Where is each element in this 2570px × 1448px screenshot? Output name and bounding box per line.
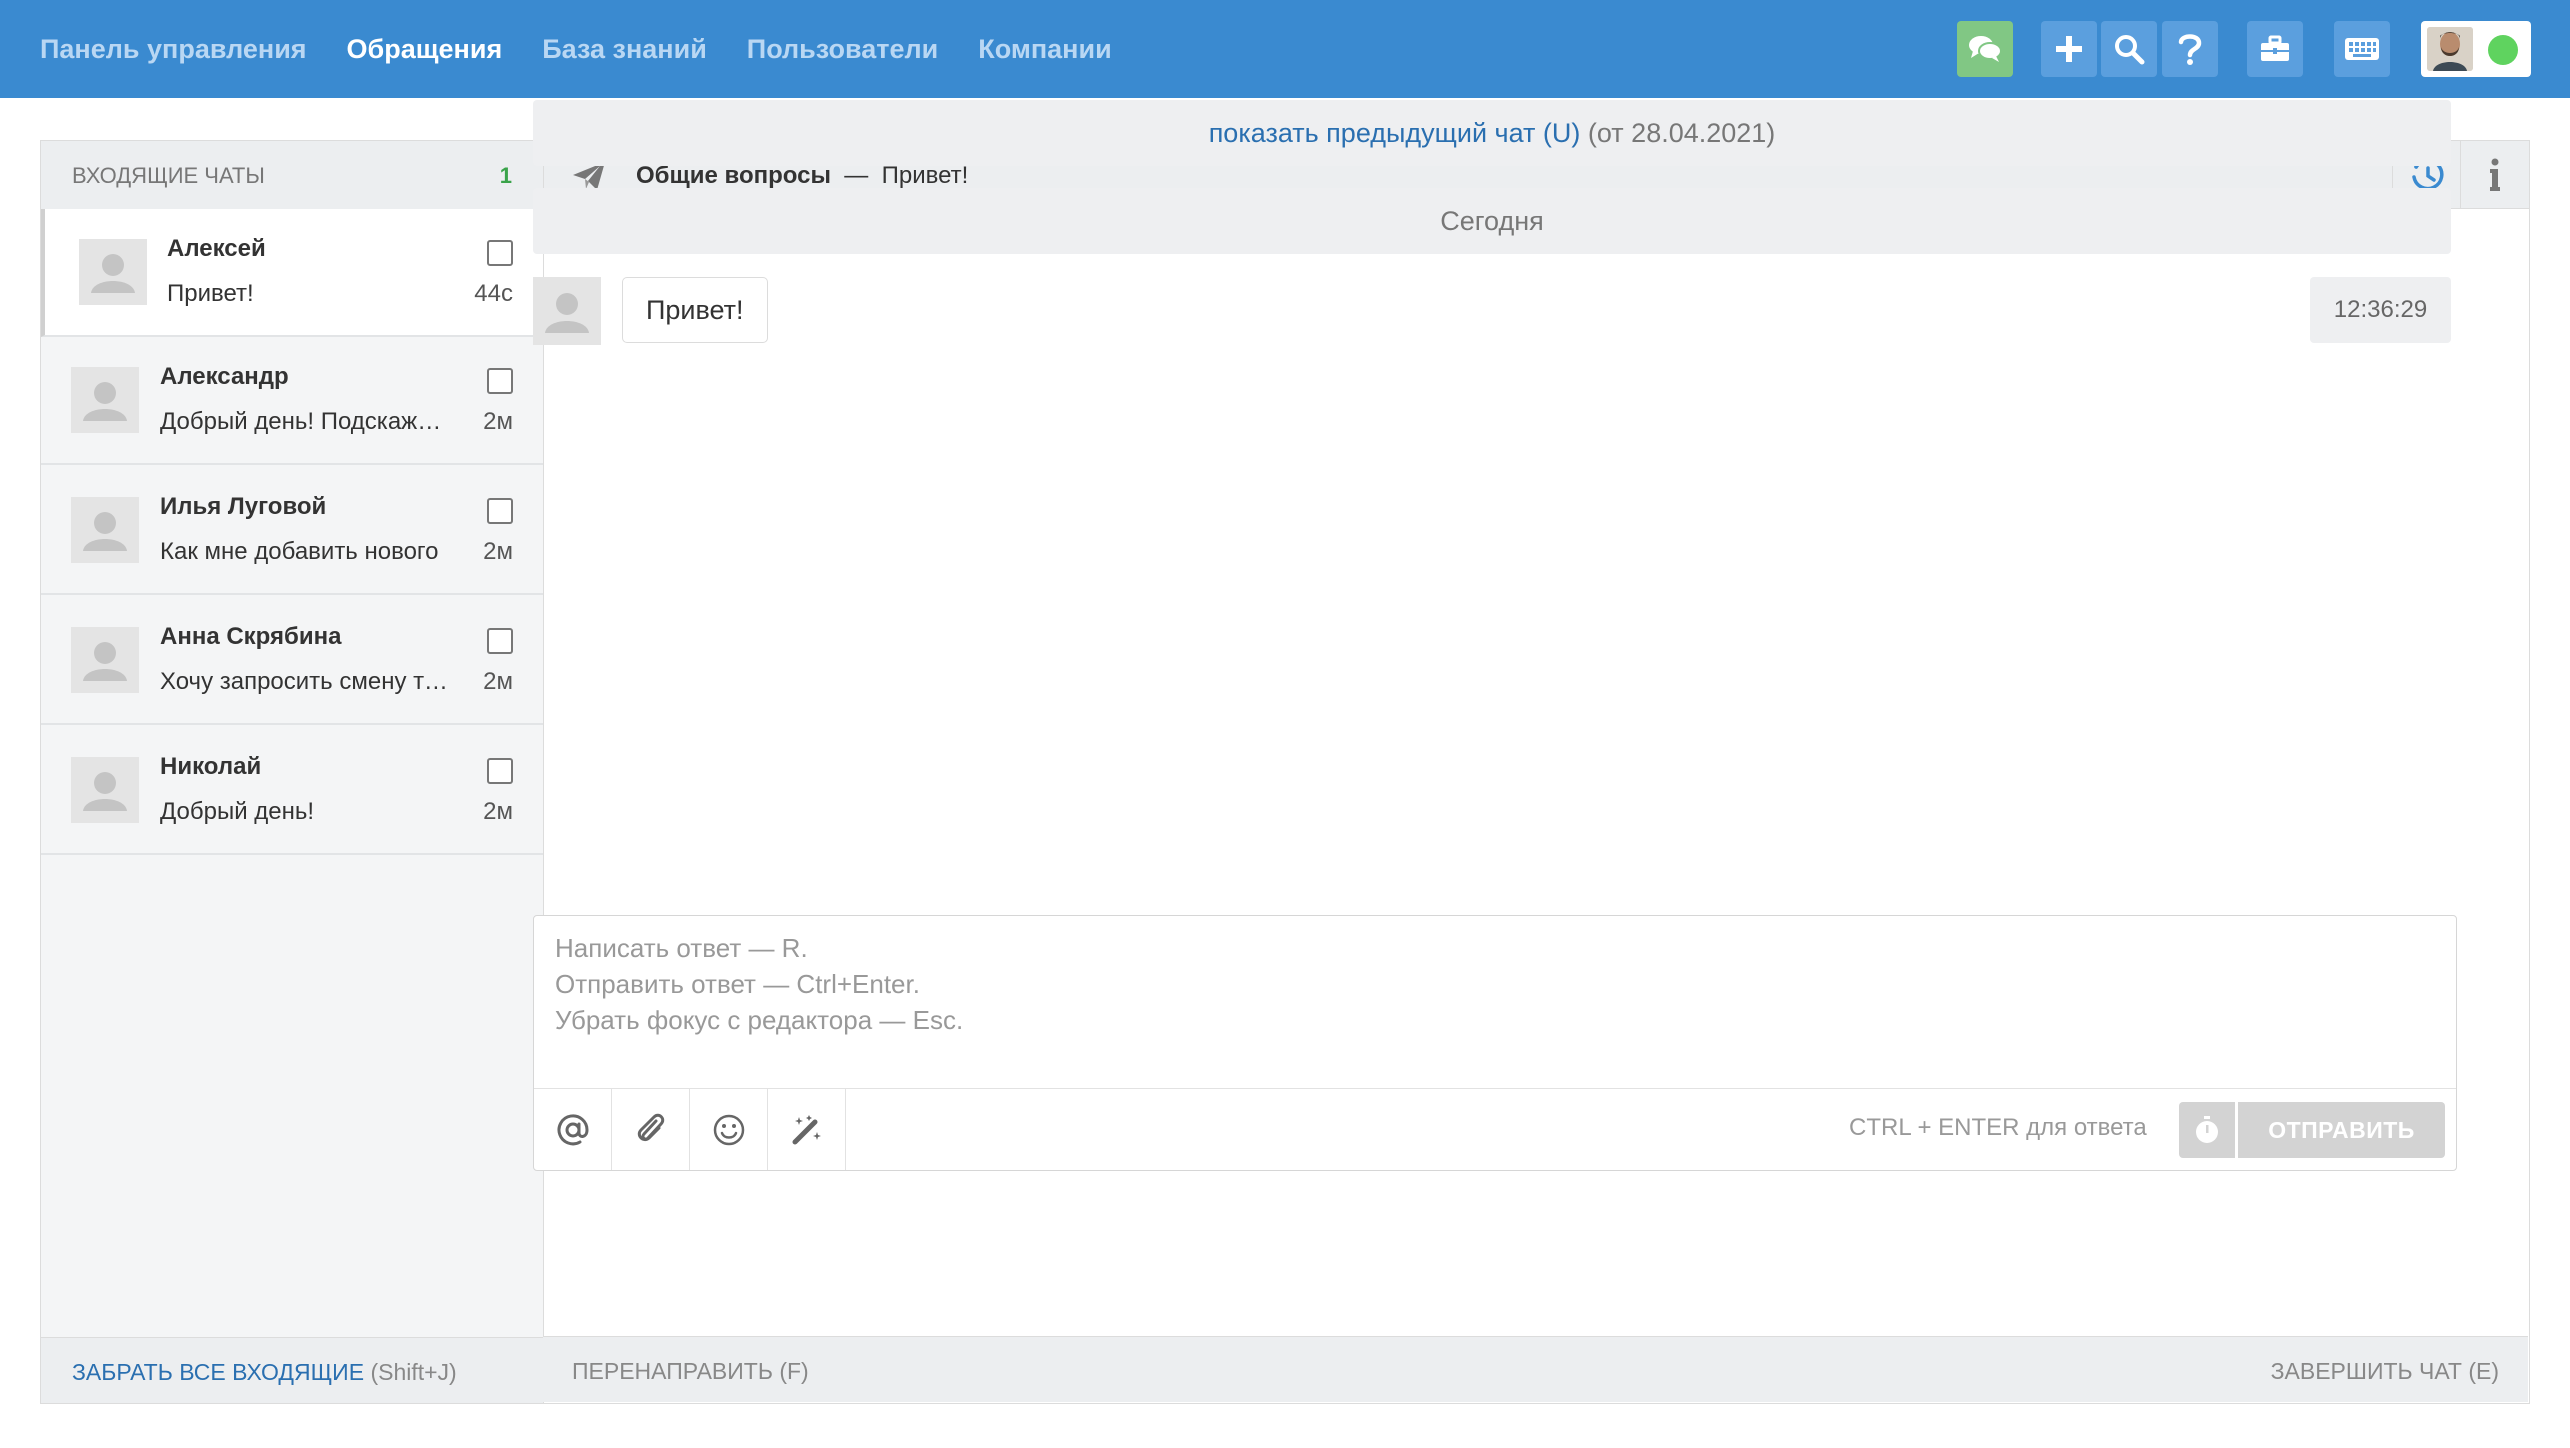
take-all-incoming-link[interactable]: ЗАБРАТЬ ВСЕ ВХОДЯЩИЕ (Shift+J): [72, 1359, 457, 1386]
conversation-footer: ПЕРЕНАПРАВИТЬ (F) ЗАВЕРШИТЬ ЧАТ (E): [543, 1336, 2528, 1402]
contact-name: Александр: [160, 363, 289, 390]
nav-users[interactable]: Пользователи: [747, 34, 938, 65]
take-all-incoming-label: ЗАБРАТЬ ВСЕ ВХОДЯЩИЕ: [72, 1359, 365, 1385]
help-button[interactable]: [2162, 21, 2218, 77]
message-age: 2м: [483, 668, 513, 695]
contact-avatar: [71, 757, 139, 823]
contact-name: Илья Луговой: [160, 493, 327, 520]
user-menu[interactable]: [2421, 21, 2531, 77]
contact-name: Николай: [160, 753, 262, 780]
select-chat-checkbox[interactable]: [487, 240, 513, 266]
incoming-chats-header: ВХОДЯЩИЕ ЧАТЫ 1: [41, 141, 543, 209]
show-previous-chat-link[interactable]: показать предыдущий чат (U): [1209, 118, 1581, 148]
select-chat-checkbox[interactable]: [487, 368, 513, 394]
day-separator: Сегодня: [533, 188, 2451, 254]
search-button[interactable]: [2101, 21, 2157, 77]
chat-info-button[interactable]: [2460, 141, 2528, 208]
message-preview: Добрый день! Подскажите: [160, 408, 450, 435]
question-icon: [2178, 34, 2202, 65]
magic-wand-icon: [792, 1114, 821, 1144]
nav-dashboard[interactable]: Панель управления: [40, 34, 307, 65]
incoming-chats-sidebar: ВХОДЯЩИЕ ЧАТЫ 1 Алексей Привет! 44с Алек…: [41, 141, 544, 1403]
paperclip-icon: [637, 1113, 664, 1141]
contact-avatar: [71, 367, 139, 433]
subject-separator: —: [844, 162, 869, 189]
contact-name: Анна Скрябина: [160, 623, 342, 650]
delayed-send-button[interactable]: [2179, 1102, 2235, 1158]
forward-chat-button[interactable]: ПЕРЕНАПРАВИТЬ (F): [572, 1358, 809, 1385]
chat-list-item[interactable]: Анна Скрябина Хочу запросить смену тариф…: [41, 597, 543, 725]
contact-avatar: [71, 497, 139, 563]
previous-chat-banner: показать предыдущий чат (U) (от 28.04.20…: [533, 100, 2451, 166]
sender-avatar: [533, 277, 601, 345]
chat-list-item[interactable]: Николай Добрый день! 2м: [41, 727, 543, 855]
smiley-icon: [713, 1114, 744, 1145]
message-timestamp: 12:36:29: [2310, 277, 2451, 343]
take-all-incoming-shortcut: (Shift+J): [370, 1359, 457, 1385]
keyboard-icon: [2345, 38, 2379, 60]
info-icon: [2489, 158, 2500, 191]
user-avatar: [2427, 27, 2473, 71]
top-navigation-bar: Панель управления Обращения База знаний …: [0, 0, 2570, 98]
at-sign-icon: [557, 1113, 589, 1145]
message-age: 2м: [483, 538, 513, 565]
message-age: 2м: [483, 798, 513, 825]
nav-tickets[interactable]: Обращения: [347, 34, 503, 65]
chat-list-item[interactable]: Александр Добрый день! Подскажите 2м: [41, 337, 543, 465]
conversation-topic: Общие вопросы: [636, 162, 831, 189]
message-preview: Как мне добавить нового: [160, 538, 439, 565]
message-preview: Привет!: [167, 280, 254, 307]
nav-companies[interactable]: Компании: [978, 34, 1111, 65]
editor-toolbar: CTRL + ENTER для ответа ОТПРАВИТЬ: [534, 1088, 2456, 1170]
incoming-chats-footer: ЗАБРАТЬ ВСЕ ВХОДЯЩИЕ (Shift+J): [41, 1337, 543, 1403]
conversation-title: Привет!: [881, 162, 969, 189]
add-button[interactable]: [2041, 21, 2097, 77]
briefcase-button[interactable]: [2247, 21, 2303, 77]
incoming-chats-count: 1: [499, 163, 512, 188]
message-age: 2м: [483, 408, 513, 435]
main-nav: Панель управления Обращения База знаний …: [40, 0, 1152, 98]
emoji-button[interactable]: [690, 1089, 768, 1170]
briefcase-icon: [2261, 35, 2289, 61]
select-chat-checkbox[interactable]: [487, 628, 513, 654]
end-chat-button[interactable]: ЗАВЕРШИТЬ ЧАТ (E): [2271, 1358, 2499, 1385]
stopwatch-icon: [2196, 1116, 2218, 1143]
send-button[interactable]: ОТПРАВИТЬ: [2238, 1102, 2445, 1158]
attach-file-button[interactable]: [612, 1089, 690, 1170]
send-shortcut-hint: CTRL + ENTER для ответа: [1849, 1114, 2147, 1141]
reply-input[interactable]: [534, 916, 2456, 1086]
message-age: 44с: [474, 280, 513, 307]
chat-list-item[interactable]: Илья Луговой Как мне добавить нового 2м: [41, 467, 543, 595]
chats-button[interactable]: [1957, 21, 2013, 77]
search-icon: [2115, 35, 2145, 65]
reply-editor: CTRL + ENTER для ответа ОТПРАВИТЬ: [533, 915, 2457, 1171]
nav-knowledge-base[interactable]: База знаний: [542, 34, 707, 65]
chat-workspace: ВХОДЯЩИЕ ЧАТЫ 1 Алексей Привет! 44с Алек…: [40, 140, 2530, 1404]
chat-list-item[interactable]: Алексей Привет! 44с: [41, 209, 543, 337]
select-chat-checkbox[interactable]: [487, 758, 513, 784]
contact-avatar: [79, 239, 147, 305]
select-chat-checkbox[interactable]: [487, 498, 513, 524]
incoming-chats-title: ВХОДЯЩИЕ ЧАТЫ: [72, 163, 265, 188]
plus-icon: [2056, 36, 2082, 62]
keyboard-shortcuts-button[interactable]: [2334, 21, 2390, 77]
contact-name: Алексей: [167, 235, 266, 262]
contact-avatar: [71, 627, 139, 693]
message-bubble: Привет!: [622, 277, 768, 343]
message-preview: Добрый день!: [160, 798, 315, 825]
mention-button[interactable]: [534, 1089, 612, 1170]
chat-bubbles-icon: [1969, 36, 2002, 62]
magic-wand-button[interactable]: [768, 1089, 846, 1170]
conversation-subject: Общие вопросы — Привет!: [636, 162, 968, 190]
previous-chat-date: (от 28.04.2021): [1587, 118, 1776, 148]
message-preview: Хочу запросить смену тарифа: [160, 668, 450, 695]
online-status-indicator: [2488, 35, 2518, 65]
